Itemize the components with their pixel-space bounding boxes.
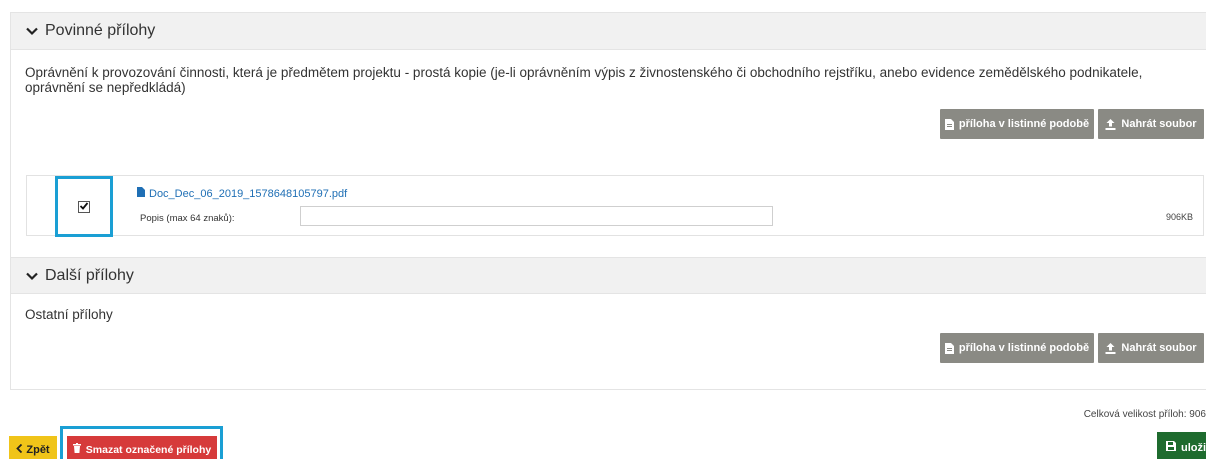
section-title-other: Další přílohy: [45, 266, 134, 284]
section-header-other[interactable]: Další přílohy: [11, 257, 1206, 294]
paper-attachment-button[interactable]: příloha v listinné podobě: [940, 109, 1094, 139]
total-size: Celková velikost příloh: 906: [1083, 409, 1206, 420]
section-header-mandatory[interactable]: Povinné přílohy: [11, 13, 1206, 50]
upload-file-label-other: Nahrát soubor: [1121, 342, 1197, 354]
floppy-disk-icon: [1166, 441, 1176, 454]
other-description: Ostatní přílohy: [25, 307, 113, 322]
save-label: uloži: [1181, 441, 1206, 454]
file-select-highlight: [55, 176, 113, 237]
file-size: 906KB: [1165, 212, 1193, 222]
document-icon: [944, 118, 954, 130]
attachments-panel: Povinné přílohy Oprávnění k provozování …: [10, 12, 1206, 390]
description-input[interactable]: [300, 206, 773, 226]
save-button[interactable]: uloži: [1157, 432, 1206, 459]
description-label: Popis (max 64 znaků):: [140, 213, 235, 224]
upload-icon: [1105, 118, 1116, 130]
upload-file-button-other[interactable]: Nahrát soubor: [1098, 333, 1204, 363]
pdf-file-icon: [137, 187, 145, 200]
chevron-left-icon: [16, 443, 23, 456]
paper-attachment-label: příloha v listinné podobě: [958, 118, 1090, 130]
upload-icon: [1105, 342, 1116, 354]
chevron-down-icon: [25, 24, 39, 38]
attachment-file-row: Doc_Dec_06_2019_1578648105797.pdf Popis …: [26, 175, 1204, 237]
delete-selected-button[interactable]: Smazat označené přílohy: [67, 436, 217, 459]
checkmark-icon: [79, 198, 89, 216]
document-icon: [944, 342, 954, 354]
file-name: Doc_Dec_06_2019_1578648105797.pdf: [149, 187, 348, 200]
trash-icon: [72, 443, 81, 456]
delete-label: Smazat označené přílohy: [85, 443, 212, 456]
upload-file-label: Nahrát soubor: [1121, 118, 1197, 130]
file-select-checkbox[interactable]: [78, 198, 90, 216]
chevron-down-icon: [25, 269, 39, 283]
paper-attachment-button-other[interactable]: příloha v listinné podobě: [940, 333, 1094, 363]
file-link[interactable]: Doc_Dec_06_2019_1578648105797.pdf: [137, 187, 347, 200]
section-title-mandatory: Povinné přílohy: [45, 22, 156, 39]
mandatory-description: Oprávnění k provozování činnosti, která …: [25, 65, 1143, 95]
back-button[interactable]: Zpět: [9, 436, 57, 459]
paper-attachment-label-other: příloha v listinné podobě: [958, 342, 1090, 354]
upload-file-button[interactable]: Nahrát soubor: [1098, 109, 1204, 139]
back-label: Zpět: [26, 443, 50, 456]
